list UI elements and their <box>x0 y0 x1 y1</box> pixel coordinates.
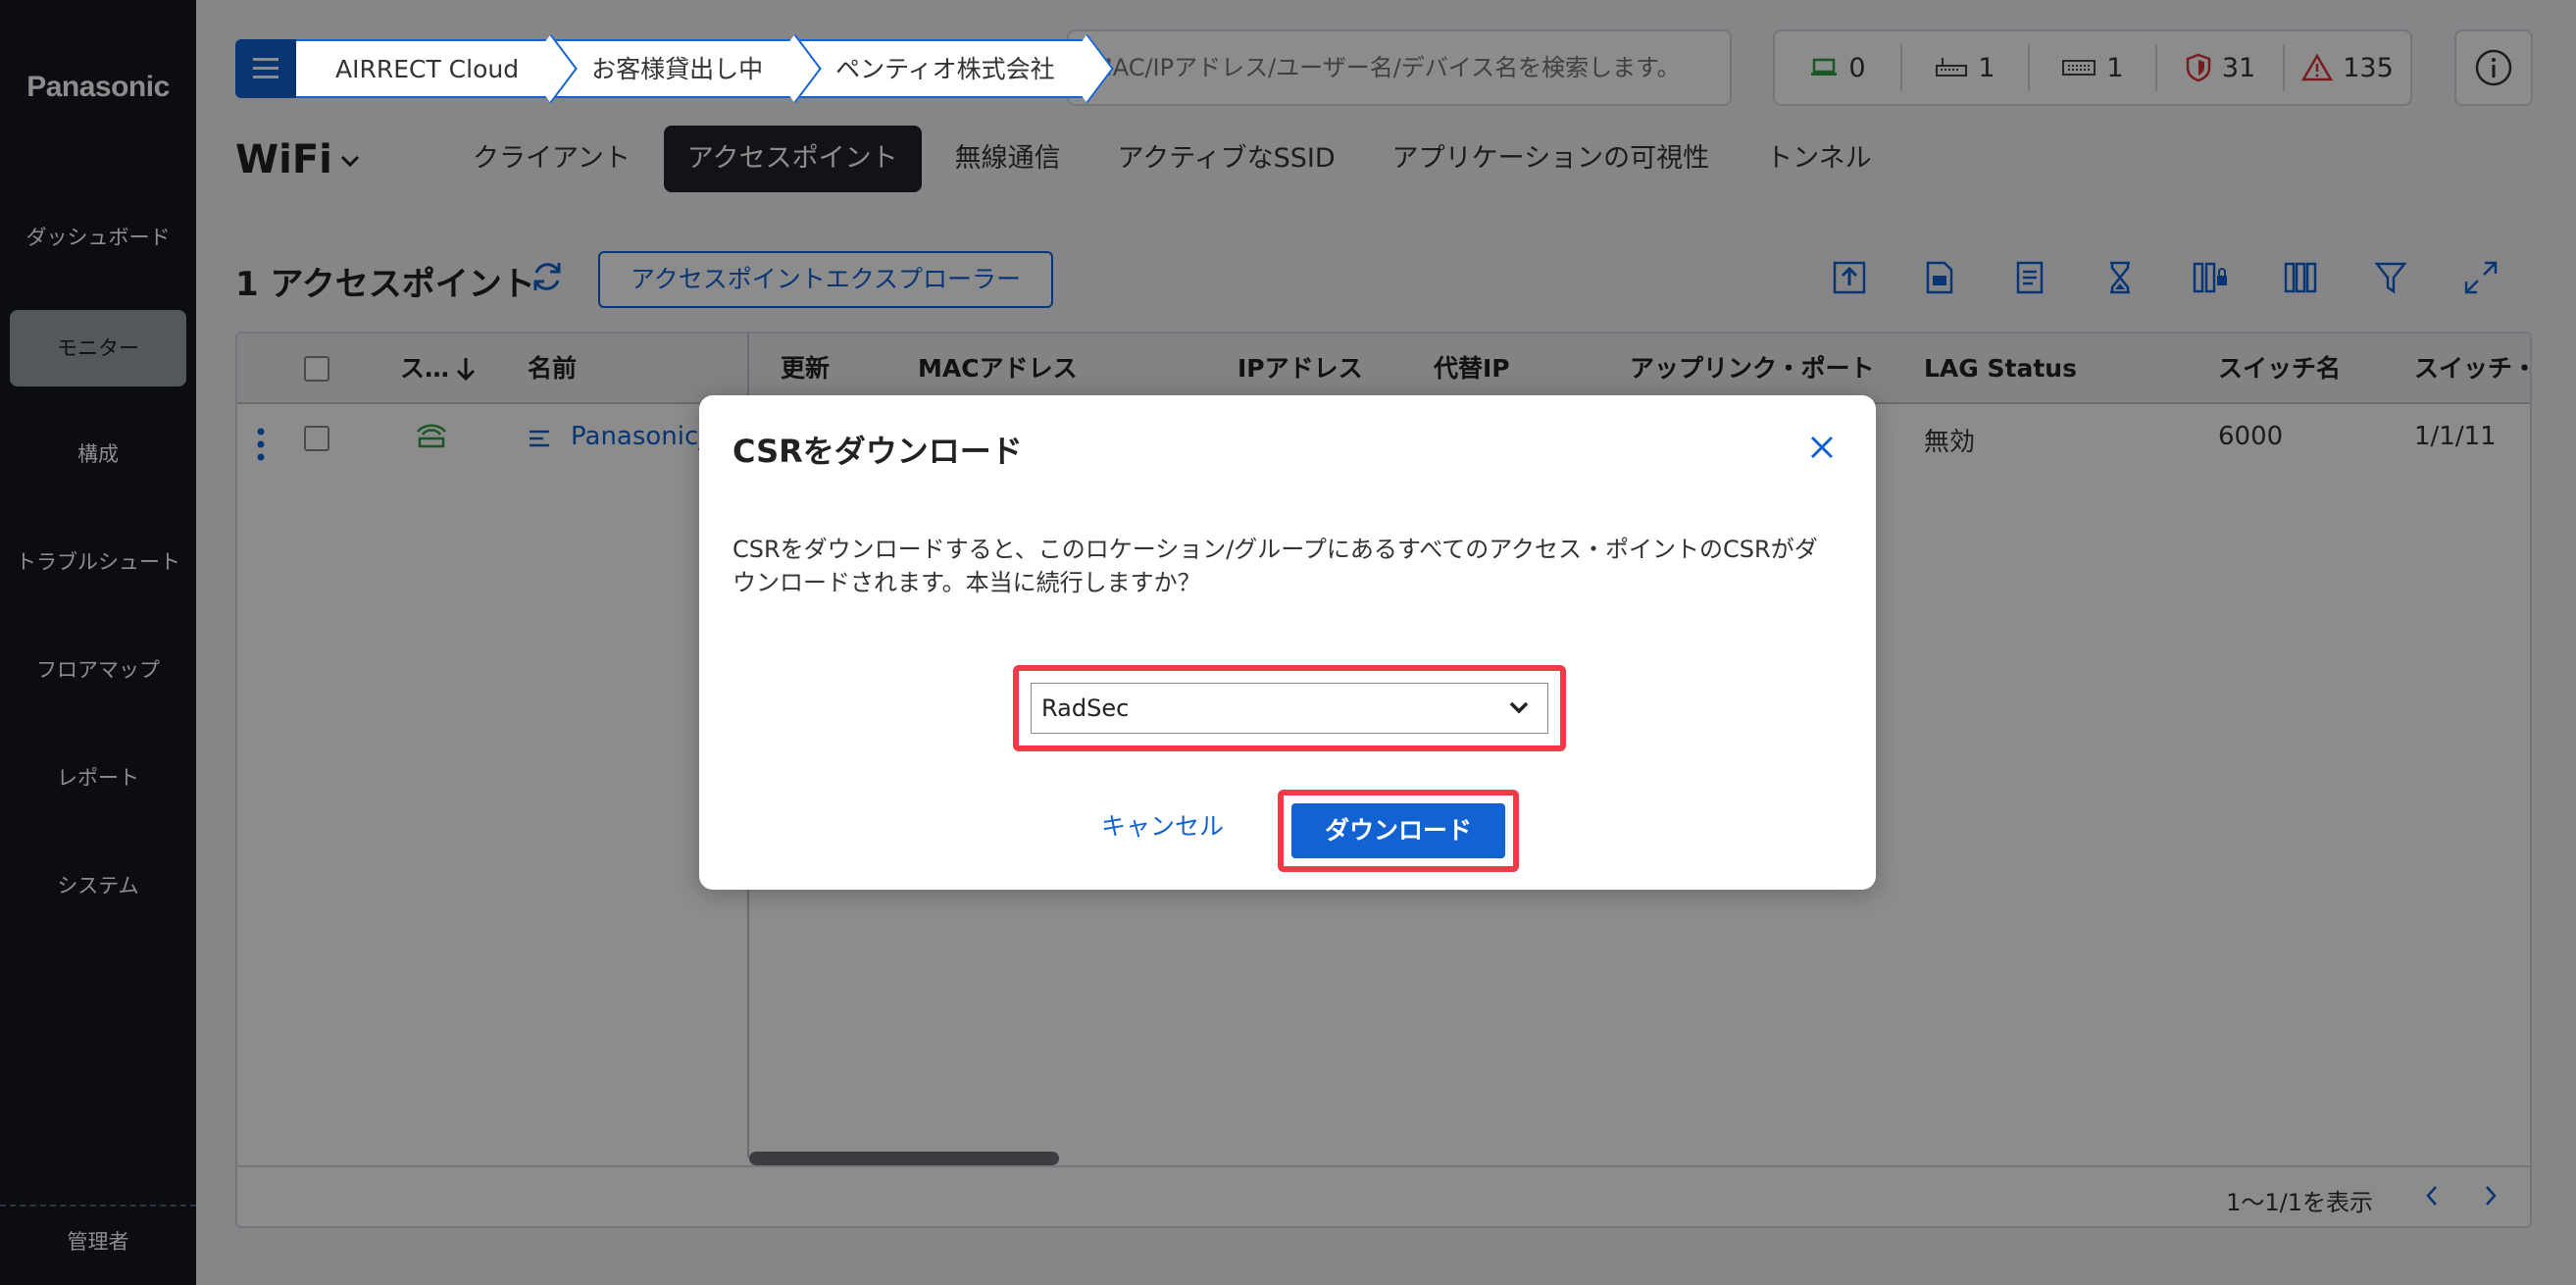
breadcrumb-item-cloud[interactable]: AIRRECT Cloud <box>296 39 553 98</box>
csr-type-value: RadSec <box>1041 694 1130 722</box>
download-button[interactable]: ダウンロード <box>1291 803 1505 858</box>
csr-type-select[interactable]: RadSec <box>1031 683 1548 734</box>
breadcrumb-item-loan[interactable]: お客様貸出し中 <box>552 39 797 98</box>
cancel-button[interactable]: キャンセル <box>1101 807 1224 843</box>
breadcrumb: AIRRECT Cloud お客様貸出し中 ペンティオ株式会社 <box>296 39 1088 98</box>
breadcrumb-item-company[interactable]: ペンティオ株式会社 <box>796 39 1088 98</box>
dialog-message: CSRをダウンロードすると、このロケーション/グループにあるすべてのアクセス・ポ… <box>732 536 1818 596</box>
chevron-down-icon <box>1509 701 1529 714</box>
select-highlight: RadSec <box>1013 665 1566 751</box>
close-icon[interactable] <box>1807 433 1837 462</box>
download-csr-dialog: CSRをダウンロード CSRをダウンロードすると、このロケーション/グループにあ… <box>699 395 1876 890</box>
dialog-title: CSRをダウンロード <box>732 433 1023 470</box>
download-highlight: ダウンロード <box>1278 790 1519 872</box>
